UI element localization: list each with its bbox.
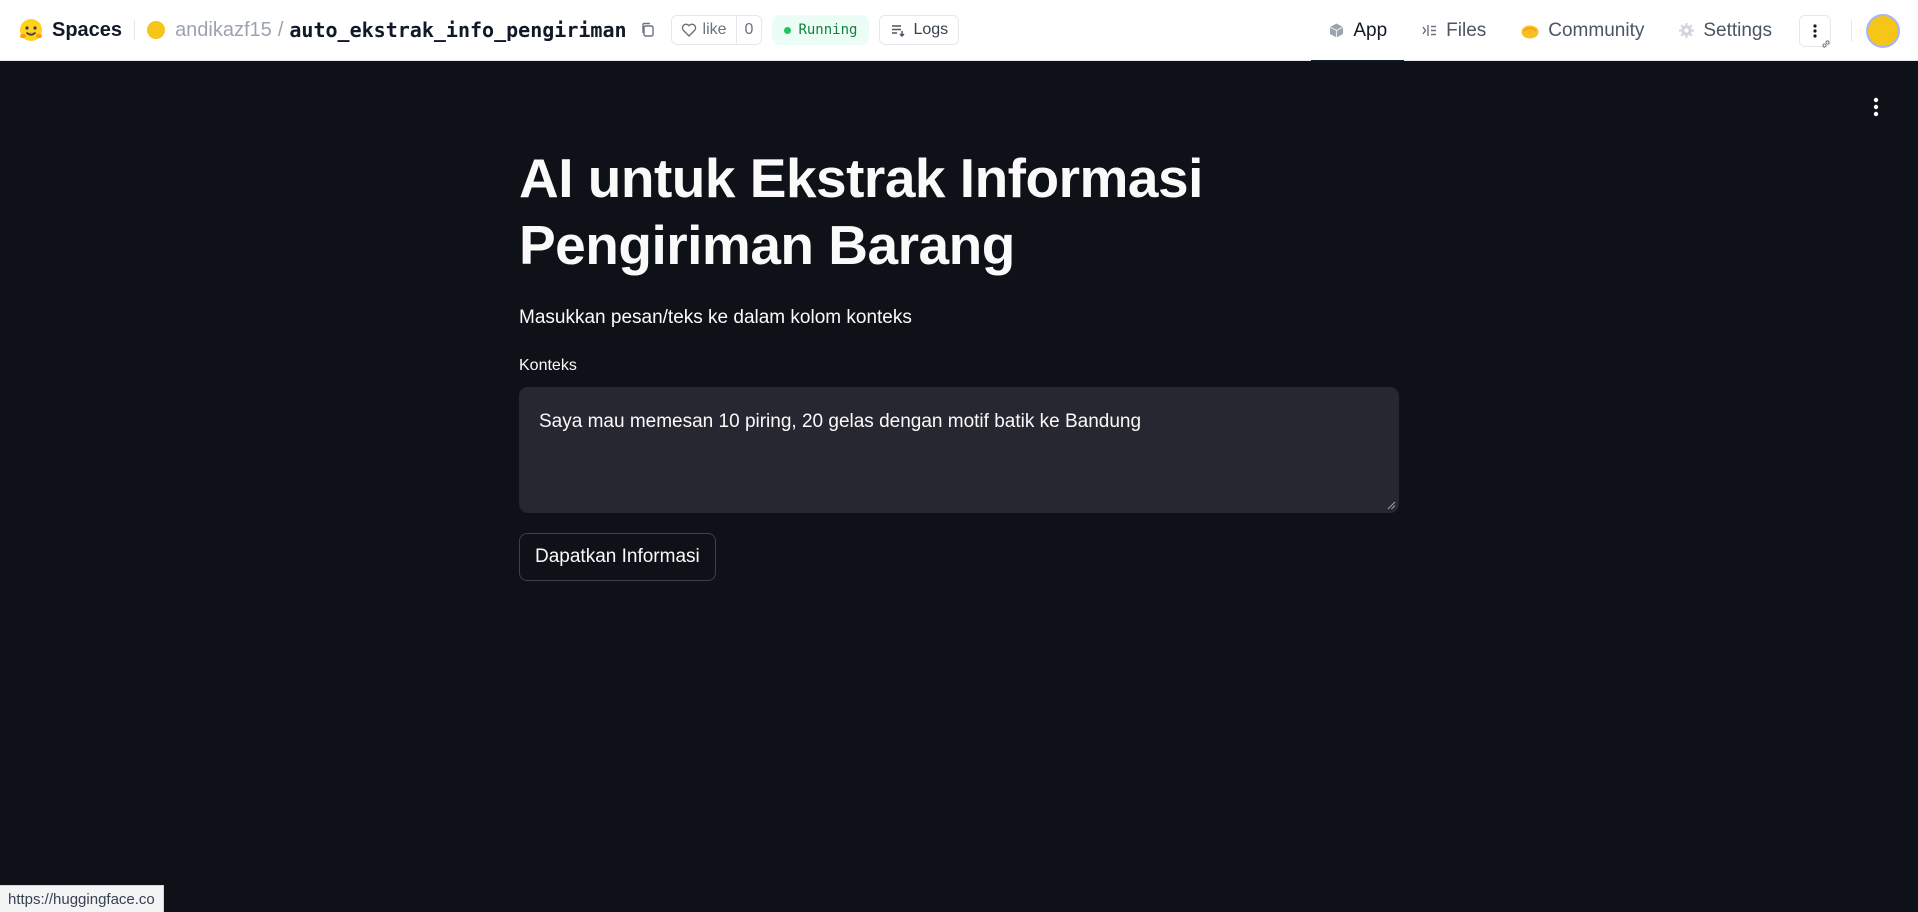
divider [134, 20, 136, 40]
app-main: AI untuk Ekstrak Informasi Pengiriman Ba… [519, 145, 1399, 581]
context-label: Konteks [519, 357, 577, 374]
logs-button[interactable]: Logs [879, 15, 960, 45]
repo-name-link[interactable]: auto_ekstrak_info_pengiriman [289, 18, 626, 42]
title-line-2: Pengiriman Barang [519, 214, 1015, 276]
spaces-brand[interactable]: Spaces [18, 17, 122, 43]
tab-files[interactable]: Files [1404, 0, 1503, 61]
tab-app[interactable]: App [1311, 0, 1404, 62]
status-dot-icon [784, 26, 792, 34]
repo-breadcrumb: andikazf15 / auto_ekstrak_info_pengirima… [147, 18, 656, 42]
tab-files-label: Files [1446, 19, 1487, 41]
user-avatar[interactable] [1866, 13, 1900, 48]
tab-community-label: Community [1548, 19, 1645, 41]
community-icon [1521, 25, 1539, 38]
like-group: like 0 [670, 15, 763, 45]
top-bar: Spaces andikazf15 / auto_ekstrak_info_pe… [0, 0, 1918, 62]
repo-owner-link[interactable]: andikazf15 [175, 19, 272, 42]
logs-label: Logs [913, 21, 949, 38]
space-nav: App Files Community Settings [1311, 0, 1918, 62]
tab-settings[interactable]: Settings [1661, 0, 1789, 61]
breadcrumb-separator: / [277, 18, 284, 41]
title-line-1: AI untuk Ekstrak Informasi [519, 147, 1203, 209]
hugging-face-logo-icon [20, 19, 42, 41]
more-options-button[interactable] [1799, 14, 1831, 48]
tab-community[interactable]: Community [1503, 0, 1661, 61]
tab-app-label: App [1353, 19, 1388, 41]
copy-icon[interactable] [639, 21, 657, 39]
brand-name: Spaces [52, 18, 123, 41]
resize-grip-icon[interactable] [1386, 500, 1396, 510]
logs-icon [892, 25, 905, 38]
page-title: AI untuk Ekstrak Informasi Pengiriman Ba… [519, 145, 1399, 279]
cube-icon [1330, 23, 1344, 38]
heart-icon [681, 23, 696, 37]
context-value: Saya mau memesan 10 piring, 20 gelas den… [539, 411, 1142, 432]
app-menu-icon[interactable] [1870, 96, 1882, 118]
status-badge[interactable]: Running [772, 15, 870, 45]
context-textarea[interactable]: Saya mau memesan 10 piring, 20 gelas den… [519, 387, 1399, 513]
files-icon [1422, 25, 1437, 36]
instruction-text: Masukkan pesan/teks ke dalam kolom konte… [519, 307, 912, 328]
like-count[interactable]: 0 [735, 16, 762, 44]
like-button[interactable]: like [672, 16, 736, 44]
divider [1851, 19, 1852, 42]
link-icon [1822, 39, 1830, 48]
like-label: like [702, 21, 727, 38]
owner-avatar [147, 21, 166, 39]
tab-settings-label: Settings [1703, 19, 1772, 41]
get-information-button[interactable]: Dapatkan Informasi [519, 533, 716, 581]
more-vertical-icon [1813, 23, 1817, 38]
gear-icon [1679, 23, 1695, 38]
status-bar-url: https://huggingface.co [0, 885, 164, 912]
status-text: Running [798, 22, 858, 38]
